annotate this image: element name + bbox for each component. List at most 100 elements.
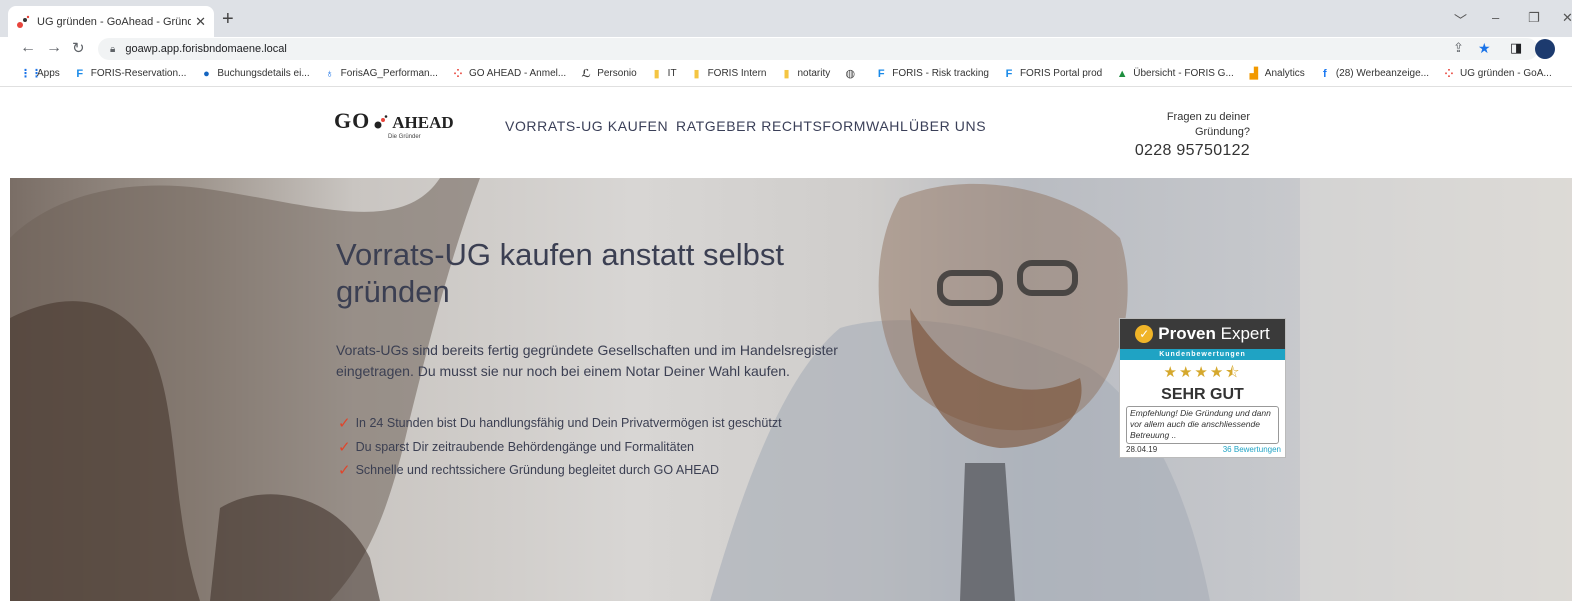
contact-box: Fragen zu deiner Gründung? 0228 95750122 xyxy=(1135,110,1250,160)
brand-bold: Proven xyxy=(1158,324,1216,343)
bookmark-item[interactable]: ◍ xyxy=(844,68,861,80)
bookmark-label: (28) Werbeanzeige... xyxy=(1335,68,1430,79)
hero-title: Vorrats-UG kaufen anstatt selbst gründen xyxy=(336,237,784,309)
tab-search-icon[interactable]: ﹀ xyxy=(1454,10,1467,29)
new-tab-button[interactable]: + xyxy=(222,9,234,29)
foris-f-icon: F xyxy=(1005,67,1013,80)
profile-avatar[interactable] xyxy=(1535,39,1555,59)
nav-ratgeber-rechtsformwahl[interactable]: RATGEBER RECHTSFORMWAHL xyxy=(676,118,908,134)
bookmark-item[interactable]: F FORIS Portal prod xyxy=(1003,67,1103,80)
benefit-text: In 24 Stunden bist Du handlungsfähig und… xyxy=(355,416,782,430)
bookmark-item[interactable]: ● Buchungsdetails ei... xyxy=(200,67,310,80)
restore-button[interactable]: ❐ xyxy=(1528,10,1540,26)
lock-icon: 🔒︎ xyxy=(110,43,116,55)
benefit-text: Schnelle und rechtssichere Gründung begl… xyxy=(355,463,719,477)
bookmark-item[interactable]: ⁘ UG gründen - GoA... xyxy=(1443,67,1552,80)
forward-arrow-icon[interactable]: → xyxy=(46,39,62,57)
bookmark-label: Personio xyxy=(597,68,637,79)
review-count-link[interactable]: 36 Bewertungen xyxy=(1223,445,1281,454)
url-text: goawp.app.forisbndomaene.local xyxy=(125,43,287,55)
bookmark-label: UG gründen - GoA... xyxy=(1460,68,1552,79)
foris-f-icon: F xyxy=(877,67,885,80)
review-quote: Empfehlung! Die Gründung und dann vor al… xyxy=(1126,406,1279,444)
browser-tab-active[interactable]: UG gründen - GoAhead - Gründ ✕ xyxy=(8,6,214,37)
browser-toolbar: ← → ↻ 🔒︎ goawp.app.forisbndomaene.local xyxy=(0,37,1572,61)
blue-circle-icon: ● xyxy=(203,67,210,80)
address-bar[interactable]: 🔒︎ goawp.app.forisbndomaene.local xyxy=(98,38,1538,60)
globe-icon: ◍ xyxy=(845,67,856,80)
goahead-dots-icon: ⁘ xyxy=(1444,67,1454,80)
reload-icon[interactable]: ↻ xyxy=(72,39,85,57)
close-window-button[interactable]: ✕ xyxy=(1562,10,1572,26)
bookmark-label: FORIS - Risk tracking xyxy=(892,68,989,79)
bookmark-item[interactable]: ▮ notarity xyxy=(780,68,830,80)
bookmark-item[interactable]: ▟ Analytics xyxy=(1248,68,1305,80)
logo-ahead: AHEAD xyxy=(392,113,454,132)
facebook-icon: f xyxy=(1322,67,1327,80)
bookmark-label: FORIS Portal prod xyxy=(1019,68,1103,79)
folder-icon: ▮ xyxy=(783,67,790,80)
bookmark-label: FORIS-Reservation... xyxy=(90,68,187,79)
back-arrow-icon[interactable]: ← xyxy=(20,39,36,57)
personio-icon: ℒ xyxy=(581,67,591,80)
brand-rest: Expert xyxy=(1220,324,1270,343)
share-icon[interactable]: ⇪ xyxy=(1453,40,1464,56)
logo-dots-icon xyxy=(374,115,388,129)
bookmark-item[interactable]: ▮ FORIS Intern xyxy=(691,68,767,80)
drive-icon: ▲ xyxy=(1116,67,1128,80)
folder-icon: ▮ xyxy=(693,67,700,80)
analytics-icon: ▟ xyxy=(1249,67,1259,80)
contact-question: Fragen zu deiner Gründung? xyxy=(1166,111,1250,138)
bookmark-item[interactable]: ▲ Übersicht - FORIS G... xyxy=(1116,68,1234,80)
provenexpert-header: ✓ Proven Expert xyxy=(1120,319,1285,349)
bookmark-label: GO AHEAD - Anmel... xyxy=(468,68,567,79)
tab-close-icon[interactable]: ✕ xyxy=(195,14,206,30)
bookmark-item[interactable]: ⁘ GO AHEAD - Anmel... xyxy=(452,68,566,80)
bookmark-label: IT xyxy=(667,68,677,79)
contact-phone[interactable]: 0228 95750122 xyxy=(1135,142,1250,160)
figure-icon: ♁ xyxy=(325,67,334,80)
bookmark-label: Übersicht - FORIS G... xyxy=(1133,68,1234,79)
list-item: ✓ Du sparst Dir zeitraubende Behördengäng… xyxy=(338,436,782,460)
hero-section: Vorrats-UG kaufen anstatt selbst gründen… xyxy=(10,178,1572,601)
nav-ueber-uns[interactable]: ÜBER UNS xyxy=(909,118,986,134)
badge-footer: 28.04.19 36 Bewertungen xyxy=(1120,444,1285,454)
minimize-button[interactable]: – xyxy=(1492,10,1499,25)
bookmark-label: ForisAG_Performan... xyxy=(340,68,438,79)
bookmark-label: Analytics xyxy=(1264,68,1305,79)
provenexpert-badge[interactable]: ✓ Proven Expert Kundenbewertungen ★★★★⯪ … xyxy=(1119,318,1286,458)
review-date: 28.04.19 xyxy=(1126,445,1158,454)
bookmark-item[interactable]: ▮ IT xyxy=(651,68,677,80)
check-circle-icon: ✓ xyxy=(1135,325,1154,343)
checkmark-icon: ✓ xyxy=(338,438,351,456)
logo-subtitle: Die Gründer xyxy=(388,134,421,140)
bookmark-item[interactable]: f (28) Werbeanzeige... xyxy=(1319,68,1429,80)
goahead-dots-icon xyxy=(16,15,30,29)
hero-benefit-list: ✓ In 24 Stunden bist Du handlungsfähig un… xyxy=(338,412,782,483)
browser-tab-strip: UG gründen - GoAhead - Gründ ✕ + ﹀ – ❐ ✕ xyxy=(0,0,1572,37)
rating-stars: ★★★★⯪ xyxy=(1163,364,1242,381)
logo-go: GO xyxy=(334,108,371,133)
list-item: ✓ Schnelle und rechtssichere Gründung beg… xyxy=(338,459,782,483)
side-panel-icon[interactable]: ◨ xyxy=(1510,40,1522,56)
bookmark-item[interactable]: ♁ ForisAG_Performan... xyxy=(324,68,438,80)
bookmarks-bar: ⋮⋮ Apps F FORIS-Reservation... ● Buchungsdeta… xyxy=(0,61,1572,87)
benefit-text: Du sparst Dir zeitraubende Behördengänge… xyxy=(355,439,694,454)
foris-f-icon: F xyxy=(76,67,84,80)
goahead-logo[interactable]: GO AHEAD Die Gründer xyxy=(334,108,454,140)
apps-grid-icon: ⋮⋮ xyxy=(20,67,42,80)
checkmark-icon: ✓ xyxy=(338,462,351,479)
bookmark-label: Apps xyxy=(37,68,60,79)
nav-vorrats-ug-kaufen[interactable]: VORRATS-UG KAUFEN xyxy=(505,118,668,134)
bookmark-item[interactable]: F FORIS - Risk tracking xyxy=(875,68,989,80)
bookmark-item[interactable]: ℒ Personio xyxy=(580,68,636,80)
provenexpert-subtitle: Kundenbewertungen xyxy=(1120,349,1285,360)
bookmark-item[interactable]: F FORIS-Reservation... xyxy=(74,67,187,80)
bookmark-star-icon[interactable]: ★ xyxy=(1478,40,1491,57)
hero-description: Vorats-UGs sind bereits fertig gegründet… xyxy=(336,342,838,379)
folder-icon: ▮ xyxy=(653,67,660,80)
bookmark-item[interactable]: ⋮⋮ Apps xyxy=(20,68,60,80)
rating-grade: SEHR GUT xyxy=(1161,386,1244,403)
bookmark-label: notarity xyxy=(797,68,831,79)
bookmark-label: Buchungsdetails ei... xyxy=(217,68,310,79)
